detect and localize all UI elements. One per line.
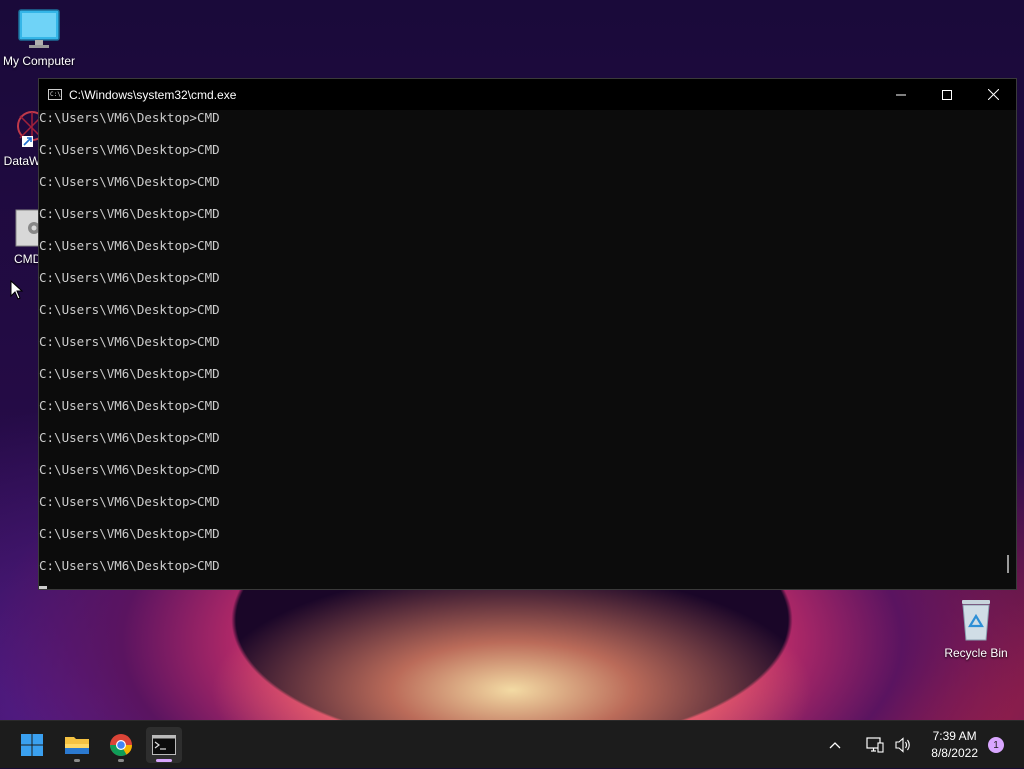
vertical-scrollbar[interactable]: [1000, 110, 1016, 589]
clock[interactable]: 7:39 AM 8/8/2022: [931, 728, 978, 762]
taskbar-chrome[interactable]: [103, 727, 139, 763]
cmd-shortcut-icon: [15, 209, 40, 247]
app-active-indicator: [156, 759, 172, 762]
desktop-icon-recycle-bin[interactable]: Recycle Bin: [937, 596, 1015, 660]
network-icon: [866, 737, 884, 753]
clock-date: 8/8/2022: [931, 746, 978, 760]
windows-logo-icon: [21, 734, 43, 756]
console-line: C:\Users\VM6\Desktop>CMD: [39, 142, 220, 157]
console-line: C:\Users\VM6\Desktop>CMD: [39, 302, 220, 317]
mouse-pointer-icon: [10, 280, 24, 300]
console-line: C:\Users\VM6\Desktop>CMD: [39, 462, 220, 477]
close-button[interactable]: [970, 79, 1016, 110]
maximize-icon: [942, 89, 952, 100]
network-button[interactable]: [863, 733, 887, 757]
monitor-icon: [18, 9, 60, 48]
minimize-button[interactable]: [878, 79, 924, 110]
notification-badge[interactable]: 1: [988, 737, 1004, 753]
terminal-icon: [152, 735, 176, 755]
desktop-icon-label: Recycle Bin: [944, 646, 1008, 660]
chevron-up-icon: [829, 742, 841, 749]
system-tray: 7:39 AM 8/8/2022 1: [821, 721, 1024, 769]
desktop: My Computer DataW CMD Recycle Bin C:\ C:…: [0, 0, 1024, 720]
start-button[interactable]: [14, 727, 50, 763]
speaker-icon: [895, 737, 911, 753]
desktop-icon-label: CMD: [14, 252, 40, 266]
chrome-icon: [110, 734, 132, 756]
console-line: C:\Users\VM6\Desktop>CMD: [39, 334, 220, 349]
console-line: C:\Users\VM6\Desktop>CMD: [39, 494, 220, 509]
console-line: C:\Users\VM6\Desktop>CMD: [39, 398, 220, 413]
desktop-icon-cmd[interactable]: CMD: [0, 208, 40, 266]
text-cursor: [39, 586, 47, 589]
minimize-icon: [896, 94, 906, 95]
taskbar-file-explorer[interactable]: [59, 727, 95, 763]
recycle-bin-icon: [962, 600, 990, 641]
show-hidden-icons-button[interactable]: [823, 733, 847, 757]
desktop-icon-my-computer[interactable]: My Computer: [0, 8, 78, 68]
maximize-button[interactable]: [924, 79, 970, 110]
taskbar: 7:39 AM 8/8/2022 1: [0, 720, 1024, 768]
app-running-indicator: [118, 759, 124, 762]
console-line: C:\Users\VM6\Desktop>CMD: [39, 526, 220, 541]
title-bar[interactable]: C:\ C:\Windows\system32\cmd.exe: [39, 79, 1016, 110]
console-line: C:\Users\VM6\Desktop>CMD: [39, 558, 220, 573]
console-line: C:\Users\VM6\Desktop>CMD: [39, 174, 220, 189]
scrollbar-thumb[interactable]: [1007, 555, 1009, 573]
cmd-window[interactable]: C:\ C:\Windows\system32\cmd.exe C:\Users…: [38, 78, 1017, 590]
app-running-indicator: [74, 759, 80, 762]
volume-button[interactable]: [891, 733, 915, 757]
console-line: C:\Users\VM6\Desktop>CMD: [39, 366, 220, 381]
console-line: C:\Users\VM6\Desktop>CMD: [39, 238, 220, 253]
cmd-app-icon: C:\: [48, 89, 62, 100]
desktop-icon-label: My Computer: [2, 54, 76, 68]
console-line: C:\Users\VM6\Desktop>CMD: [39, 270, 220, 285]
window-title: C:\Windows\system32\cmd.exe: [69, 87, 237, 102]
console-line: C:\Users\VM6\Desktop>CMD: [39, 430, 220, 445]
console-output[interactable]: C:\Users\VM6\Desktop>CMD C:\Users\VM6\De…: [39, 110, 1000, 589]
folder-icon: [65, 737, 89, 754]
taskbar-command-prompt[interactable]: [146, 727, 182, 763]
desktop-icon-label: DataW: [3, 154, 41, 168]
console-line: C:\Users\VM6\Desktop>CMD: [39, 206, 220, 221]
console-line: C:\Users\VM6\Desktop>CMD: [39, 110, 220, 125]
clock-time: 7:39 AM: [932, 729, 977, 743]
close-icon: [987, 89, 999, 100]
